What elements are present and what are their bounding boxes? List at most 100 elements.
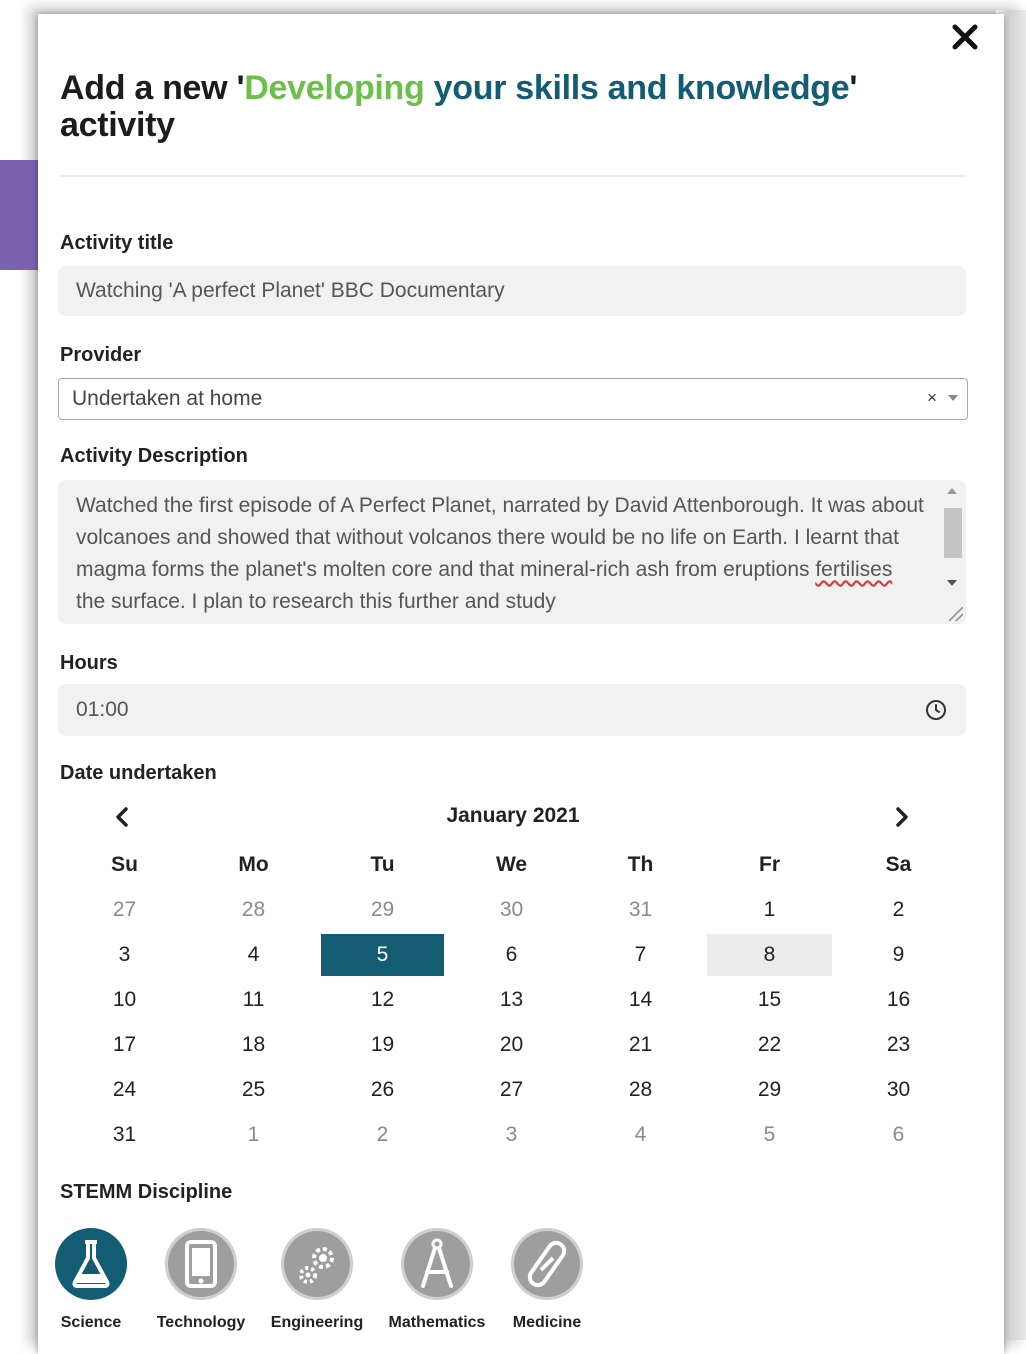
calendar-week-row: 17 18 19 20 21 22 23 (60, 1022, 966, 1067)
calendar-day[interactable]: 10 (60, 979, 189, 1021)
scroll-down-icon[interactable] (947, 580, 957, 586)
calendar-day[interactable]: 20 (447, 1024, 576, 1066)
calendar-day[interactable]: 6 (447, 934, 576, 976)
weekday-header-row: Su Mo Tu We Th Fr Sa (60, 842, 966, 887)
calendar-day[interactable]: 6 (834, 1114, 963, 1156)
calendar-day[interactable]: 5 (705, 1114, 834, 1156)
calendar-day[interactable]: 5 (321, 933, 444, 976)
calendar-week-row: 3456789 (60, 932, 966, 977)
activity-title-input[interactable]: Watching 'A perfect Planet' BBC Document… (58, 266, 966, 316)
hours-label: Hours (60, 652, 118, 674)
hours-input[interactable]: 01:00 (58, 684, 966, 736)
calendar-day[interactable]: 12 (318, 979, 447, 1021)
calendar-day[interactable]: 30 (447, 889, 576, 931)
calendar-day[interactable]: 22 (705, 1024, 834, 1066)
calendar-day[interactable]: 2 (834, 889, 963, 931)
calendar-day[interactable]: 13 (447, 979, 576, 1021)
calendar-day[interactable]: 7 (576, 934, 705, 976)
calendar-day[interactable]: 29 (705, 1069, 834, 1111)
resize-grip-icon[interactable] (949, 607, 963, 621)
calendar-day[interactable]: 31 (60, 1114, 189, 1156)
title-highlight-teal: your skills and knowledge (424, 69, 850, 107)
discipline-option-science[interactable]: Science (36, 1228, 146, 1332)
calendar-day[interactable]: 31 (576, 889, 705, 931)
calendar-day[interactable]: 16 (834, 979, 963, 1021)
calendar-week-row: 27 28 29 30 31 1 2 (60, 887, 966, 932)
calendar-day[interactable]: 30 (834, 1069, 963, 1111)
discipline-label: Medicine (512, 1314, 582, 1331)
calendar-day[interactable]: 27 (60, 889, 189, 931)
provider-label: Provider (60, 344, 142, 366)
calendar-day[interactable]: 28 (189, 889, 318, 931)
description-textarea[interactable]: Watched the first episode of A Perfect P… (58, 480, 966, 624)
gears-icon[interactable] (281, 1228, 353, 1300)
title-highlight-green: Developing (244, 69, 425, 107)
calendar-day[interactable]: 25 (189, 1069, 318, 1111)
clear-selection-icon[interactable]: × (927, 388, 937, 408)
calendar-day[interactable]: 3 (447, 1114, 576, 1156)
weekday-label: Fr (759, 852, 780, 876)
weekday-label: Th (627, 852, 654, 876)
discipline-option-medicine[interactable]: Medicine (492, 1228, 602, 1332)
calendar-day[interactable]: 28 (576, 1069, 705, 1111)
compass-icon[interactable] (401, 1228, 473, 1300)
calendar-day[interactable]: 4 (189, 934, 318, 976)
discipline-label: Engineering (270, 1314, 364, 1331)
date-label: Date undertaken (60, 762, 217, 784)
weekday-label: Mo (238, 852, 269, 876)
weekday-label: Tu (370, 852, 395, 876)
chevron-down-icon[interactable] (948, 395, 958, 401)
flask-icon[interactable] (55, 1228, 127, 1300)
weekday-label: We (495, 852, 528, 876)
discipline-label: Mathematics (388, 1314, 486, 1331)
calendar-day[interactable]: 21 (576, 1024, 705, 1066)
calendar-day[interactable]: 1 (705, 889, 834, 931)
tablet-icon[interactable] (165, 1228, 237, 1300)
calendar-day[interactable]: 26 (318, 1069, 447, 1111)
calendar-day[interactable]: 29 (318, 889, 447, 931)
calendar-day[interactable]: 15 (705, 979, 834, 1021)
calendar-week-row: 10 11 12 13 14 15 16 (60, 977, 966, 1022)
scroll-thumb[interactable] (944, 508, 962, 558)
calendar-day[interactable]: 1 (189, 1114, 318, 1156)
textarea-scrollbar[interactable] (942, 482, 964, 622)
chevron-right-icon[interactable] (888, 804, 914, 830)
provider-value: Undertaken at home (72, 387, 263, 410)
calendar-day[interactable]: 24 (60, 1069, 189, 1111)
calendar-month: January 2021 (446, 804, 580, 827)
hours-value: 01:00 (76, 698, 129, 721)
weekday-label: Su (111, 852, 138, 876)
calendar-day[interactable]: 4 (576, 1114, 705, 1156)
calendar-grid: Su Mo Tu We Th Fr Sa 27 28 29 30 31 1 2 3 4 5 6 7 8 9 10 11 12 1… (60, 842, 966, 1157)
calendar-day[interactable]: 19 (318, 1024, 447, 1066)
weekday-label: Sa (885, 852, 912, 876)
clock-icon[interactable] (924, 698, 948, 722)
title-divider (60, 175, 966, 177)
calendar-week-row: 24 25 26 27 28 29 30 (60, 1067, 966, 1112)
misspelled-word: fertilises (815, 558, 893, 581)
calendar-day[interactable]: 3 (60, 934, 189, 976)
calendar-header: January 2021 (60, 800, 966, 834)
discipline-label: Science (60, 1314, 122, 1331)
provider-select[interactable]: Undertaken at home × (58, 378, 968, 420)
calendar-week-row: 31 1 2 3 4 5 6 (60, 1112, 966, 1157)
modal-title: Add a new 'Developing your skills and kn… (60, 69, 858, 144)
calendar-day[interactable]: 23 (834, 1024, 963, 1066)
discipline-option-mathematics[interactable]: Mathematics (382, 1228, 492, 1332)
calendar-day[interactable]: 18 (189, 1024, 318, 1066)
calendar-day[interactable]: 2 (318, 1114, 447, 1156)
calendar-day[interactable]: 9 (834, 934, 963, 976)
discipline-label: Technology (156, 1314, 246, 1331)
description-label: Activity Description (60, 445, 248, 467)
calendar-day[interactable]: 11 (189, 979, 318, 1021)
pill-icon[interactable] (511, 1228, 583, 1300)
stemm-discipline-options: Science Technology Engineering Mathematics M… (55, 1228, 616, 1340)
discipline-option-technology[interactable]: Technology (146, 1228, 256, 1332)
calendar-day[interactable]: 17 (60, 1024, 189, 1066)
scroll-up-icon[interactable] (947, 488, 957, 494)
calendar-day[interactable]: 27 (447, 1069, 576, 1111)
discipline-option-engineering[interactable]: Engineering (262, 1228, 372, 1332)
calendar-day[interactable]: 14 (576, 979, 705, 1021)
calendar-day[interactable]: 8 (707, 933, 832, 976)
close-icon[interactable] (950, 22, 980, 52)
